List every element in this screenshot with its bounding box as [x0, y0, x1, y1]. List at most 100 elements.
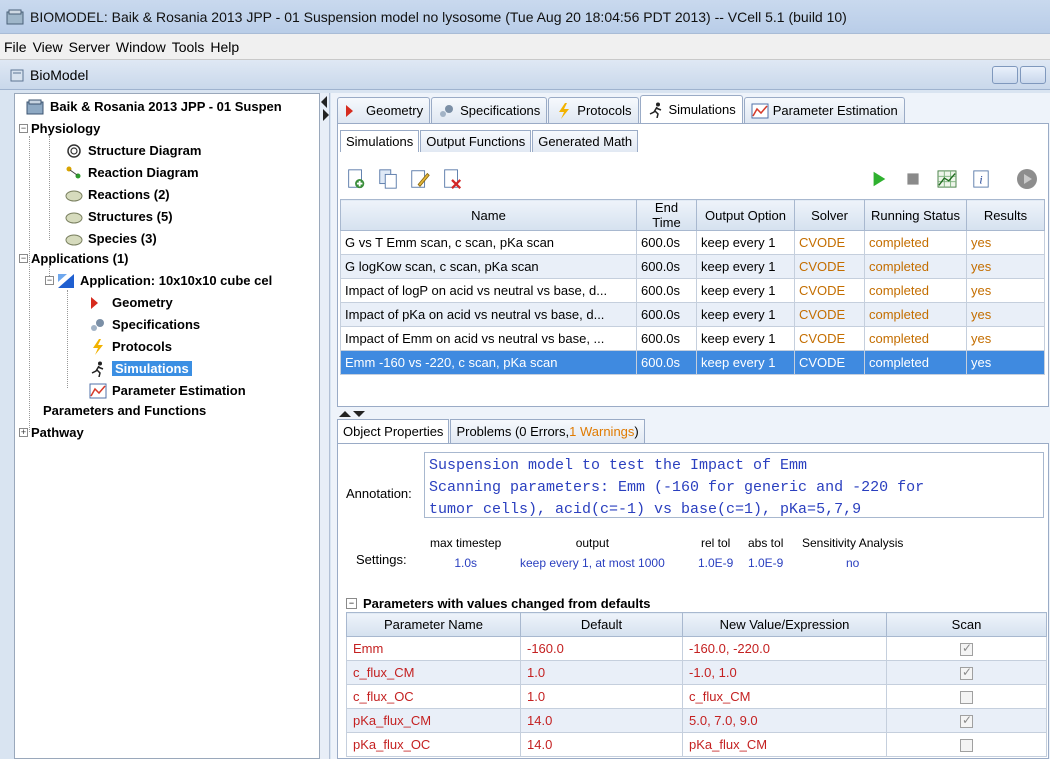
- tree-application[interactable]: − Application: 10x10x10 cube cel: [45, 270, 272, 291]
- table-row[interactable]: Impact of Emm on acid vs neutral vs base…: [340, 326, 1045, 351]
- tree-physiology-label: Physiology: [31, 121, 101, 136]
- table-row[interactable]: pKa_flux_OC 14.0 pKa_flux_CM: [346, 732, 1047, 757]
- annotation-textarea[interactable]: Suspension model to test the Impact of E…: [424, 452, 1044, 518]
- collapse-left-icon[interactable]: [321, 96, 327, 108]
- param-new-value-cell[interactable]: c_flux_CM: [682, 684, 887, 709]
- tree-application-label: Application: 10x10x10 cube cel: [80, 273, 273, 288]
- column-header[interactable]: Solver: [794, 199, 865, 231]
- tab-generated-math[interactable]: Generated Math: [532, 130, 639, 152]
- column-header[interactable]: Results: [966, 199, 1045, 231]
- scan-cell: [886, 684, 1047, 709]
- collapse-toggle-icon[interactable]: −: [19, 254, 28, 263]
- tree-parameter-estimation[interactable]: Parameter Estimation: [89, 380, 246, 401]
- table-row[interactable]: pKa_flux_CM 14.0 5.0, 7.0, 9.0: [346, 708, 1047, 733]
- tab-output-functions[interactable]: Output Functions: [420, 130, 532, 152]
- menu-server[interactable]: Server: [69, 39, 110, 55]
- tree-pathway[interactable]: + Pathway: [19, 422, 84, 443]
- new-simulation-button[interactable]: [344, 167, 368, 191]
- new-document-icon: [348, 169, 365, 189]
- column-header[interactable]: Running Status: [864, 199, 967, 231]
- horizontal-splitter-arrows[interactable]: [337, 409, 367, 419]
- scan-checkbox[interactable]: [960, 691, 973, 705]
- scan-checkbox[interactable]: [960, 713, 973, 729]
- tree-reactions[interactable]: Reactions (2): [65, 184, 170, 205]
- collapse-toggle-icon[interactable]: −: [346, 598, 357, 609]
- setting-value: keep every 1, at most 1000: [520, 556, 665, 570]
- copy-simulation-button[interactable]: [376, 167, 400, 191]
- edit-simulation-button[interactable]: [408, 167, 432, 191]
- tree-simulations[interactable]: Simulations: [89, 358, 192, 379]
- tree-structure-diagram[interactable]: Structure Diagram: [65, 140, 201, 161]
- delete-simulation-button[interactable]: [440, 167, 464, 191]
- column-header[interactable]: Scan: [886, 612, 1047, 637]
- tab-protocols[interactable]: Protocols: [548, 97, 639, 123]
- table-row[interactable]: G logKow scan, c scan, pKa scan 600.0s k…: [340, 254, 1045, 279]
- tab-simulations[interactable]: Simulations: [639, 95, 743, 123]
- tree-applications[interactable]: − Applications (1): [19, 248, 129, 269]
- param-new-value-cell[interactable]: -1.0, 1.0: [682, 660, 887, 685]
- biomodel-frame-header: BioModel: [0, 60, 1050, 90]
- param-new-value-cell[interactable]: 5.0, 7.0, 9.0: [682, 708, 887, 733]
- run-button[interactable]: [866, 167, 892, 191]
- tab-object-properties[interactable]: Object Properties: [337, 419, 450, 443]
- tree-parameters-functions[interactable]: Parameters and Functions: [43, 400, 206, 421]
- collapse-toggle-icon[interactable]: −: [45, 276, 54, 285]
- delete-icon: [444, 169, 462, 189]
- scan-checkbox[interactable]: [960, 665, 973, 681]
- tree-physiology[interactable]: − Physiology: [19, 118, 100, 139]
- tree-specifications[interactable]: Specifications: [89, 314, 200, 335]
- expand-right-icon[interactable]: [323, 109, 329, 121]
- results-button[interactable]: [934, 167, 960, 191]
- tree-structures[interactable]: Structures (5): [65, 206, 173, 227]
- play-icon: [873, 171, 886, 187]
- abs-tol-setting: abs tol 1.0E-9: [748, 536, 783, 570]
- column-header[interactable]: Name: [340, 199, 637, 231]
- tab-specifications[interactable]: Specifications: [431, 97, 548, 123]
- param-name-cell: Emm: [346, 636, 521, 661]
- column-header[interactable]: Default: [520, 612, 683, 637]
- tree-pathway-label: Pathway: [31, 425, 84, 440]
- table-row[interactable]: Impact of pKa on acid vs neutral vs base…: [340, 302, 1045, 327]
- menu-view[interactable]: View: [33, 39, 63, 55]
- tab-parameter-estimation[interactable]: Parameter Estimation: [743, 97, 905, 123]
- tree-reaction-diagram[interactable]: Reaction Diagram: [65, 162, 199, 183]
- tab-simulations-list[interactable]: Simulations: [340, 130, 420, 152]
- minimize-button[interactable]: [992, 66, 1018, 84]
- table-row[interactable]: c_flux_OC 1.0 c_flux_CM: [346, 684, 1047, 709]
- tab-problems[interactable]: Problems (0 Errors, 1 Warnings ): [450, 419, 645, 443]
- tree-species[interactable]: Species (3): [65, 228, 157, 249]
- menu-file[interactable]: File: [4, 39, 27, 55]
- expand-toggle-icon[interactable]: +: [19, 428, 28, 437]
- info-button[interactable]: i: [968, 167, 994, 191]
- column-header[interactable]: New Value/Expression: [682, 612, 887, 637]
- table-row[interactable]: c_flux_CM 1.0 -1.0, 1.0: [346, 660, 1047, 685]
- param-new-value-cell[interactable]: pKa_flux_CM: [682, 732, 887, 757]
- table-row[interactable]: G vs T Emm scan, c scan, pKa scan 600.0s…: [340, 230, 1045, 255]
- scan-checkbox[interactable]: [960, 641, 973, 657]
- table-row[interactable]: Impact of logP on acid vs neutral vs bas…: [340, 278, 1045, 303]
- collapse-toggle-icon[interactable]: −: [19, 124, 28, 133]
- table-row-selected[interactable]: Emm -160 vs -220, c scan, pKa scan 600.0…: [340, 350, 1045, 375]
- folder-icon: [65, 234, 83, 245]
- tree-protocols[interactable]: Protocols: [89, 336, 172, 357]
- stop-button[interactable]: [900, 167, 926, 191]
- results-cell: yes: [966, 326, 1045, 351]
- tab-geometry[interactable]: Geometry: [337, 97, 431, 123]
- column-header[interactable]: Output Option: [696, 199, 795, 231]
- menu-tools[interactable]: Tools: [172, 39, 205, 55]
- scan-checkbox[interactable]: [960, 739, 973, 753]
- param-new-value-cell[interactable]: -160.0, -220.0: [682, 636, 887, 661]
- vertical-splitter[interactable]: [320, 93, 330, 759]
- column-header[interactable]: Parameter Name: [346, 612, 521, 637]
- params-section-header[interactable]: − Parameters with values changed from de…: [346, 596, 651, 611]
- column-header[interactable]: End Time: [636, 199, 697, 231]
- tree-geometry[interactable]: Geometry: [89, 292, 173, 313]
- menu-help[interactable]: Help: [210, 39, 239, 55]
- table-row[interactable]: Emm -160.0 -160.0, -220.0: [346, 636, 1047, 661]
- menu-window[interactable]: Window: [116, 39, 166, 55]
- maximize-button[interactable]: [1020, 66, 1046, 84]
- tree-root[interactable]: Baik & Rosania 2013 JPP - 01 Suspen: [23, 96, 282, 117]
- tab-protocols-label: Protocols: [577, 103, 632, 118]
- stop-all-button[interactable]: [1014, 167, 1040, 191]
- tab-geometry-label: Geometry: [366, 103, 424, 118]
